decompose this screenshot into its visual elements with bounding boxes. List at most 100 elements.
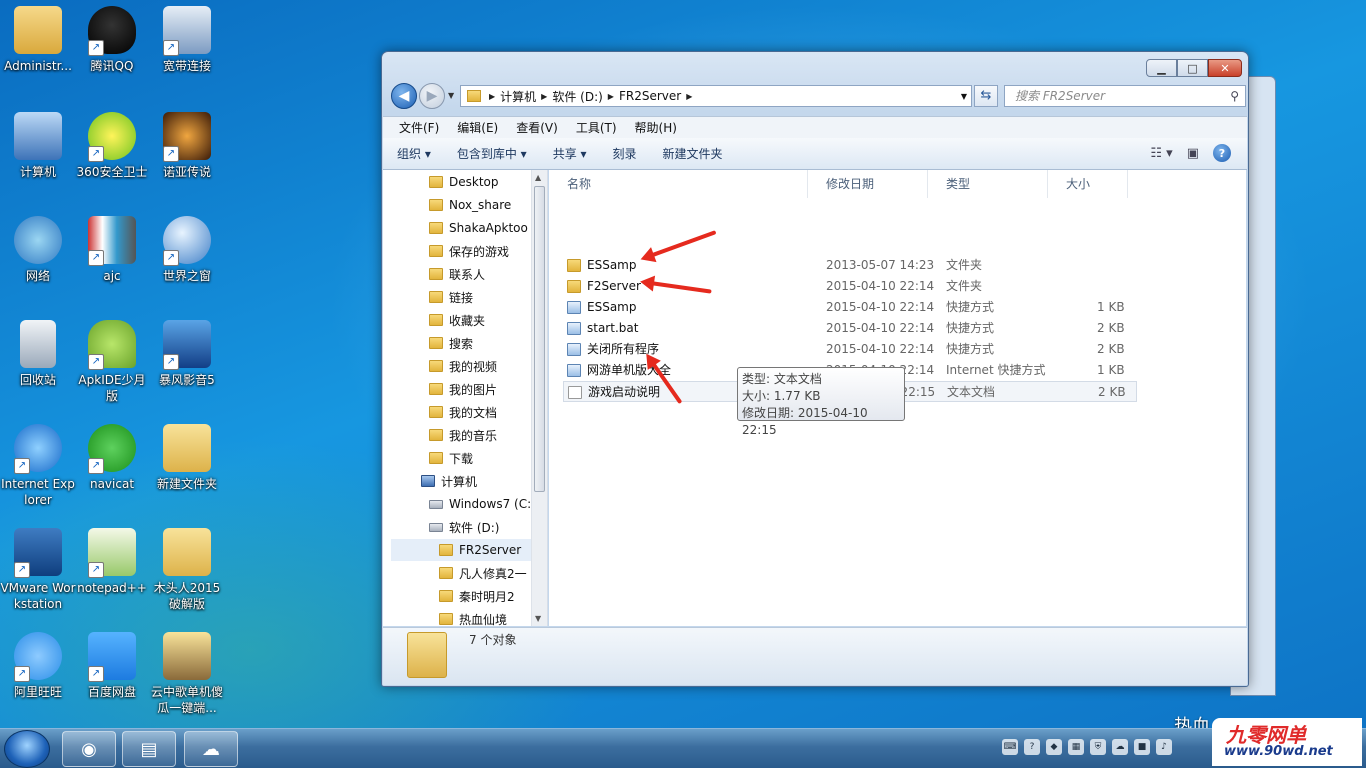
folder-icon	[429, 199, 443, 211]
file-row[interactable]: start.bat 2015-04-10 22:14 快捷方式 2 KB	[563, 318, 1137, 339]
share-button[interactable]: 共享 ▾	[553, 145, 587, 162]
nav-item-my-documents[interactable]: 我的文档	[429, 401, 497, 423]
nav-item-searches[interactable]: 搜索	[429, 332, 473, 354]
desktop-icon-broadband[interactable]: ↗ 宽带连接	[149, 6, 225, 74]
network-tray-icon[interactable]: ▦	[1068, 739, 1084, 755]
desktop-icon-ajc[interactable]: ↗ ajc	[74, 216, 150, 284]
desktop-icon-mutouren[interactable]: 木头人2015破解版	[149, 528, 225, 612]
search-input[interactable]: 搜索 FR2Server ⚲	[1004, 85, 1246, 107]
refresh-button[interactable]: ⇆	[974, 85, 998, 107]
chevron-right-icon[interactable]: ▶	[686, 92, 692, 101]
menu-help[interactable]: 帮助(H)	[635, 119, 677, 136]
scrollbar-thumb[interactable]	[534, 186, 545, 492]
desktop-icon-vmware[interactable]: ↗ VMware Workstation	[0, 528, 76, 612]
desktop-icon-label: 回收站	[19, 373, 56, 387]
desktop-icon-baidu-netdisk[interactable]: ↗ 百度网盘	[74, 632, 150, 700]
desktop-icon-baofeng[interactable]: ↗ 暴风影音5	[149, 320, 225, 388]
address-dropdown-icon[interactable]: ▼	[961, 92, 967, 101]
start-button[interactable]	[4, 730, 50, 768]
breadcrumb-fr2server[interactable]: FR2Server	[614, 89, 686, 103]
desktop-icon-label: 计算机	[19, 165, 56, 179]
desktop-icon-aliwangwang[interactable]: ↗ 阿里旺旺	[0, 632, 76, 700]
nav-item-fanren[interactable]: 凡人修真2一	[439, 562, 527, 584]
desktop-icon-qq[interactable]: ↗ 腾讯QQ	[74, 6, 150, 74]
shortcut-icon	[567, 322, 581, 335]
nav-item-desktop[interactable]: Desktop	[429, 171, 499, 193]
menu-view[interactable]: 查看(V)	[516, 119, 558, 136]
taskbar-baidu-button[interactable]: ☁	[184, 731, 238, 767]
nav-item-rexue[interactable]: 热血仙境	[439, 608, 507, 626]
burn-button[interactable]: 刻录	[613, 145, 637, 162]
search-icon[interactable]: ⚲	[1230, 86, 1239, 106]
breadcrumb-computer[interactable]: 计算机	[495, 88, 541, 105]
desktop-icon-360[interactable]: ↗ 360安全卫士	[74, 112, 150, 180]
organize-button[interactable]: 组织 ▾	[397, 145, 431, 162]
nav-item-my-videos[interactable]: 我的视频	[429, 355, 497, 377]
desktop-icon-yunzhongge[interactable]: 云中歌单机傻瓜一键端...	[149, 632, 225, 716]
menu-edit[interactable]: 编辑(E)	[457, 119, 498, 136]
column-date-modified[interactable]: 修改日期	[808, 170, 928, 198]
desktop-icon-ie[interactable]: ↗ Internet Explorer	[0, 424, 76, 508]
shield-icon[interactable]: ⛨	[1090, 739, 1106, 755]
scroll-up-icon[interactable]: ▲	[535, 173, 541, 182]
close-button[interactable]: ✕	[1208, 59, 1242, 77]
nav-item-fr2server[interactable]: FR2Server	[391, 539, 531, 561]
nav-item-label: Desktop	[449, 175, 499, 189]
nav-item-drive-d[interactable]: 软件 (D:)	[429, 516, 499, 538]
desktop-icon-administrator[interactable]: Administr...	[0, 6, 76, 74]
desktop-icon-new-folder[interactable]: 新建文件夹	[149, 424, 225, 492]
taskbar-browser-button[interactable]: ◉	[62, 731, 116, 767]
taskbar-explorer-button[interactable]: ▤	[122, 731, 176, 767]
file-row[interactable]: ESSamp 2015-04-10 22:14 快捷方式 1 KB	[563, 297, 1137, 318]
desktop-icon-noah[interactable]: ↗ 诺亚传说	[149, 112, 225, 180]
desktop-icon-computer[interactable]: 计算机	[0, 112, 76, 180]
desktop-icon-apkide[interactable]: ↗ ApkIDE少月版	[74, 320, 150, 404]
nav-item-computer[interactable]: 计算机	[421, 470, 477, 492]
column-name[interactable]: 名称	[549, 170, 808, 198]
app-tray-icon[interactable]: ■	[1134, 739, 1150, 755]
desktop-icon-notepadpp[interactable]: ↗ notepad++	[74, 528, 150, 596]
menu-file[interactable]: 文件(F)	[399, 119, 439, 136]
breadcrumb-drive-d[interactable]: 软件 (D:)	[547, 88, 607, 105]
nav-item-my-pictures[interactable]: 我的图片	[429, 378, 497, 400]
desktop-icon-navicat[interactable]: ↗ navicat	[74, 424, 150, 492]
view-options-icon[interactable]: ☷ ▾	[1150, 146, 1172, 161]
minimize-button[interactable]: ▁	[1146, 59, 1177, 77]
desktop-icon-label: 百度网盘	[87, 685, 136, 699]
volume-icon[interactable]: ♪	[1156, 739, 1172, 755]
address-bar[interactable]: ▶ 计算机 ▶ 软件 (D:) ▶ FR2Server ▶ ▼	[460, 85, 972, 107]
column-size[interactable]: 大小	[1048, 170, 1128, 198]
nav-item-label: 我的文档	[449, 405, 498, 420]
nav-item-nox-share[interactable]: Nox_share	[429, 194, 511, 216]
help-icon[interactable]: ?	[1213, 144, 1231, 162]
desktop-icon-recycle-bin[interactable]: 回收站	[0, 320, 76, 388]
maximize-button[interactable]: □	[1177, 59, 1208, 77]
nav-item-favorites[interactable]: 收藏夹	[429, 309, 485, 331]
column-type[interactable]: 类型	[928, 170, 1048, 198]
nav-item-links[interactable]: 链接	[429, 286, 473, 308]
new-folder-button[interactable]: 新建文件夹	[663, 145, 723, 162]
language-icon[interactable]: ◆	[1046, 739, 1062, 755]
nav-item-contacts[interactable]: 联系人	[429, 263, 485, 285]
preview-pane-icon[interactable]: ▣	[1187, 146, 1199, 161]
nav-item-saved-games[interactable]: 保存的游戏	[429, 240, 509, 262]
desktop-icon-theworld[interactable]: ↗ 世界之窗	[149, 216, 225, 284]
help-tray-icon[interactable]: ?	[1024, 739, 1040, 755]
nav-item-my-music[interactable]: 我的音乐	[429, 424, 497, 446]
baidu-tray-icon[interactable]: ☁	[1112, 739, 1128, 755]
nav-item-shakaapktool[interactable]: ShakaApktoo	[429, 217, 528, 239]
nav-item-downloads[interactable]: 下载	[429, 447, 473, 469]
menu-tools[interactable]: 工具(T)	[576, 119, 617, 136]
desktop-icon-label: 世界之窗	[162, 269, 211, 283]
nav-item-label: Nox_share	[449, 198, 512, 212]
back-button[interactable]: ◀	[391, 83, 417, 109]
nav-item-qinshi[interactable]: 秦时明月2	[439, 585, 515, 607]
include-in-library-button[interactable]: 包含到库中 ▾	[457, 145, 527, 162]
desktop-icon-network[interactable]: 网络	[0, 216, 76, 284]
scroll-down-icon[interactable]: ▼	[535, 614, 541, 623]
nav-item-drive-c[interactable]: Windows7 (C:	[429, 493, 531, 515]
forward-button[interactable]: ▶	[419, 83, 445, 109]
recent-pages-dropdown-icon[interactable]: ▼	[448, 91, 454, 100]
keyboard-icon[interactable]: ⌨	[1002, 739, 1018, 755]
nav-pane-scrollbar[interactable]: ▲ ▼	[531, 170, 547, 626]
